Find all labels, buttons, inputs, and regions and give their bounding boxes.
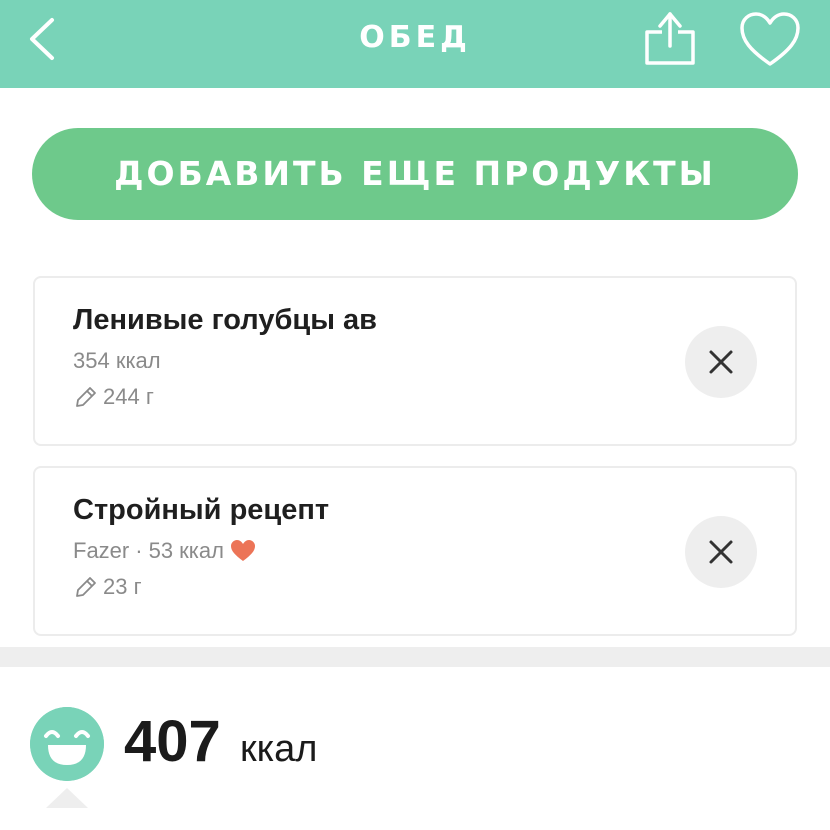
close-icon: [709, 350, 733, 374]
top-bar: ОБЕД: [0, 0, 830, 88]
food-item-weight: 244 г: [103, 384, 154, 409]
page-title: ОБЕД: [359, 20, 471, 55]
pencil-icon: [76, 387, 96, 407]
pointer-triangle: [46, 788, 88, 808]
remove-item-button[interactable]: [685, 326, 757, 398]
total-calories-unit: ккал: [240, 728, 318, 770]
separator-dot: ·: [135, 538, 143, 563]
food-item-card[interactable]: Ленивые голубцы ав 354 ккал 244 г: [33, 276, 797, 446]
food-item-name: Ленивые голубцы ав: [73, 304, 377, 336]
food-item-calories: 53 ккал: [148, 538, 224, 563]
food-item-brand: Fazer: [73, 538, 130, 563]
remove-item-button[interactable]: [685, 516, 757, 588]
heart-outline-icon[interactable]: [738, 10, 802, 70]
food-item-weight: 23 г: [103, 574, 142, 599]
share-icon[interactable]: [640, 8, 700, 68]
smiley-icon: [30, 707, 104, 781]
close-icon: [709, 540, 733, 564]
food-item-weight-row[interactable]: 23 г: [73, 574, 142, 600]
section-divider: [0, 647, 830, 667]
food-item-calories-line: 354 ккал: [73, 348, 161, 374]
total-calories-value: 407: [124, 709, 221, 774]
food-item-card[interactable]: Стройный рецепт Fazer · 53 ккал 23 г: [33, 466, 797, 636]
food-item-name: Стройный рецепт: [73, 494, 330, 526]
pencil-icon: [76, 577, 96, 597]
heart-filled-icon: [230, 540, 255, 561]
food-item-weight-row[interactable]: 244 г: [73, 384, 154, 410]
add-more-products-button[interactable]: ДОБАВИТЬ ЕЩЕ ПРОДУКТЫ: [32, 128, 798, 220]
food-item-calories-line: Fazer · 53 ккал: [73, 538, 256, 564]
food-item-calories: 354 ккал: [73, 348, 161, 373]
